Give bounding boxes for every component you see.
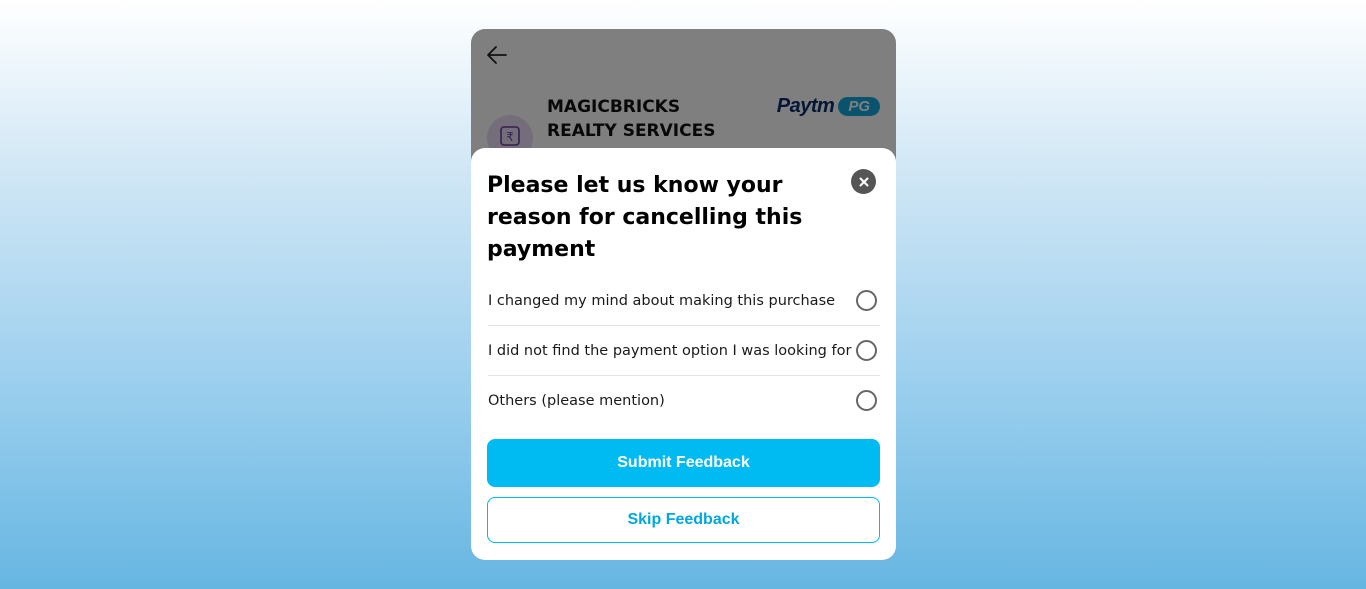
submit-feedback-button[interactable]: Submit Feedback xyxy=(487,439,880,487)
reason-label: I did not find the payment option I was … xyxy=(488,342,852,359)
modal-title: Please let us know your reason for cance… xyxy=(487,173,803,262)
reason-option[interactable]: Others (please mention) xyxy=(488,376,880,425)
reason-label: I changed my mind about making this purc… xyxy=(488,292,836,309)
radio-button[interactable] xyxy=(856,340,877,361)
payment-panel: ₹ MAGICBRICKS REALTY SERVICES Paytm PG P… xyxy=(471,29,896,560)
reason-list: I changed my mind about making this purc… xyxy=(488,276,880,425)
radio-button[interactable] xyxy=(856,290,877,311)
reason-option[interactable]: I changed my mind about making this purc… xyxy=(488,276,880,326)
skip-feedback-button[interactable]: Skip Feedback xyxy=(487,497,880,543)
reason-option[interactable]: I did not find the payment option I was … xyxy=(488,326,880,376)
cancel-feedback-modal: Please let us know your reason for cance… xyxy=(471,148,896,560)
radio-button[interactable] xyxy=(856,390,877,411)
reason-label: Others (please mention) xyxy=(488,392,665,409)
close-icon xyxy=(859,172,869,191)
close-button[interactable] xyxy=(851,169,876,194)
